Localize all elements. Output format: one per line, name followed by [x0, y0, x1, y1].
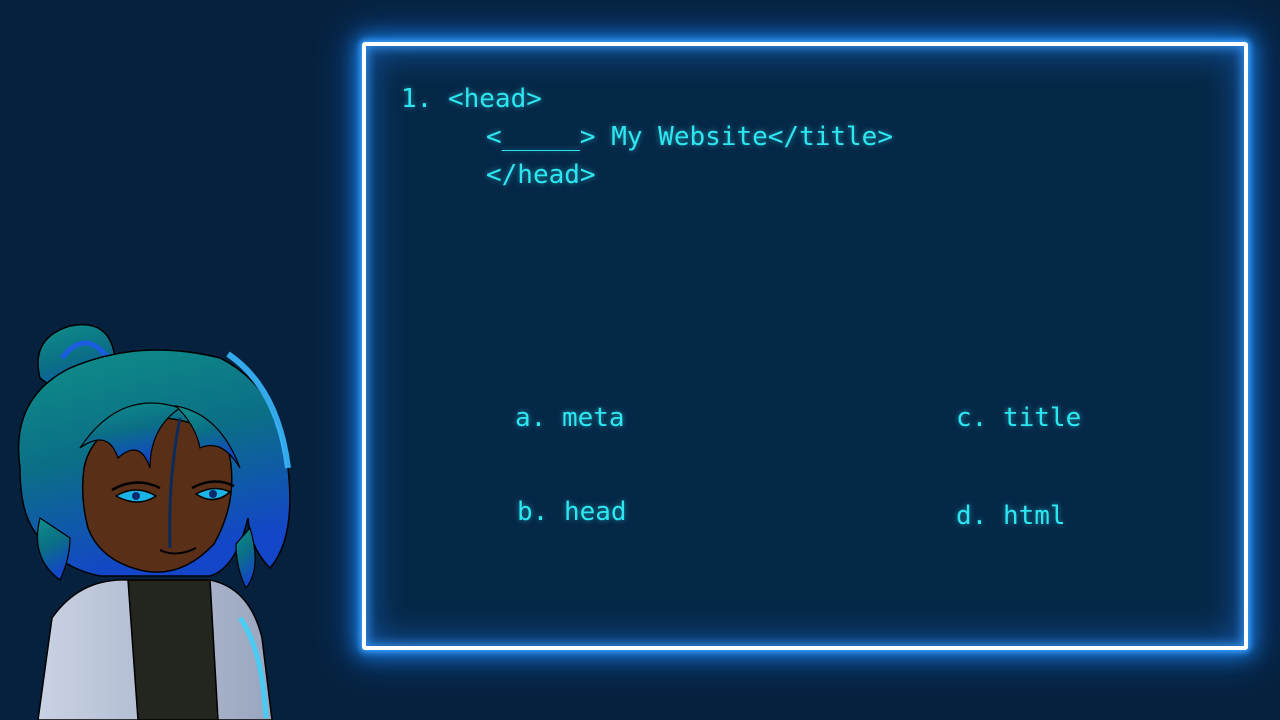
game-stage: 1. <head> <_____> My Website</title> </h…: [0, 0, 1280, 720]
question-line-3: </head>: [486, 160, 596, 190]
question-line-1: 1. <head>: [401, 84, 542, 114]
answer-option-c[interactable]: c. title: [956, 405, 1081, 431]
answer-option-b[interactable]: b. head: [517, 499, 627, 525]
answer-option-a[interactable]: a. meta: [515, 405, 625, 431]
shirt-shape: [127, 579, 219, 720]
character-portrait-icon: [17, 324, 291, 720]
question-line-2: <_____> My Website</title>: [486, 122, 893, 152]
answer-option-d[interactable]: d. html: [956, 503, 1066, 529]
